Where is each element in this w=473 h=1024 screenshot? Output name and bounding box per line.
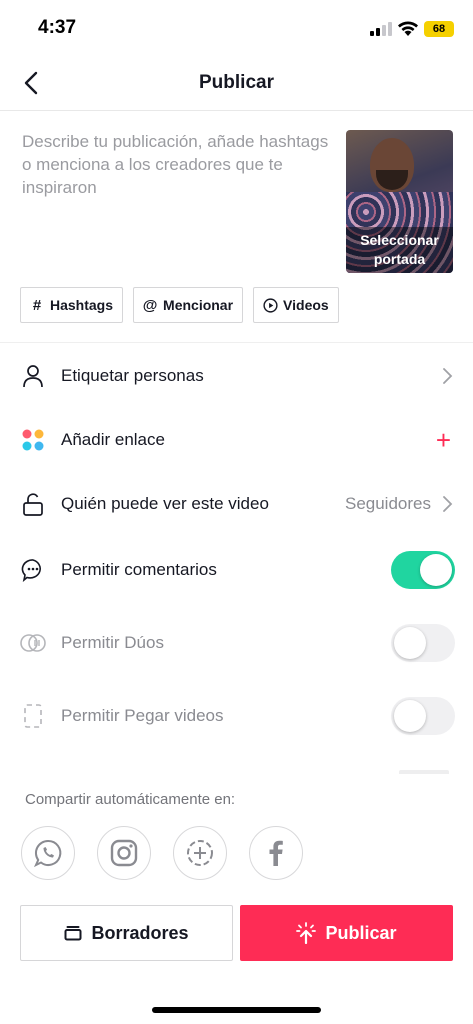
battery-indicator: 68: [424, 21, 454, 37]
upload-sparkle-icon: [296, 922, 317, 944]
section-divider: [0, 342, 473, 343]
drafts-icon: [64, 925, 82, 941]
chevron-right-icon: [443, 368, 453, 384]
comments-toggle[interactable]: [391, 551, 455, 589]
home-indicator: [152, 1007, 321, 1013]
comment-icon: [20, 557, 46, 583]
stitch-toggle[interactable]: [391, 697, 455, 735]
comments-label: Permitir comentarios: [61, 560, 217, 579]
select-cover-label: Seleccionar portada: [346, 227, 453, 273]
visibility-row[interactable]: Quién puede ver este video Seguidores: [0, 474, 473, 534]
mention-chip[interactable]: @ Mencionar: [133, 287, 244, 323]
visibility-label: Quién puede ver este video: [61, 494, 269, 513]
duets-toggle[interactable]: [391, 624, 455, 662]
at-icon: @: [142, 296, 158, 314]
facebook-icon: [269, 840, 283, 866]
tag-people-row[interactable]: Etiquetar personas: [0, 346, 473, 406]
scroll-peek-toggle: [399, 770, 449, 774]
caption-shortcuts: # Hashtags @ Mencionar Videos: [20, 287, 339, 323]
videos-chip[interactable]: Videos: [253, 287, 339, 323]
bottom-actions: Borradores Publicar: [20, 905, 453, 961]
add-link-row[interactable]: Añadir enlace +: [0, 410, 473, 470]
share-targets: [21, 826, 303, 880]
drafts-label: Borradores: [91, 922, 189, 943]
share-facebook-button[interactable]: [249, 826, 303, 880]
hash-icon: #: [32, 296, 42, 314]
duet-icon: [20, 630, 46, 656]
plus-icon[interactable]: +: [436, 427, 451, 453]
play-circle-icon: [262, 297, 278, 313]
chevron-right-icon: [443, 496, 453, 512]
stitch-label: Permitir Pegar videos: [61, 706, 224, 725]
add-link-label: Añadir enlace: [61, 430, 165, 449]
status-time: 4:37: [38, 17, 77, 38]
hashtags-chip-label: Hashtags: [50, 297, 114, 313]
share-whatsapp-button[interactable]: [21, 826, 75, 880]
share-title: Compartir automáticamente en:: [25, 791, 236, 808]
wifi-icon: [398, 21, 418, 36]
videos-chip-label: Videos: [283, 297, 329, 313]
toggle-knob: [394, 700, 426, 732]
duets-label: Permitir Dúos: [61, 633, 164, 652]
instagram-icon: [110, 839, 138, 867]
duets-row: Permitir Dúos: [0, 613, 473, 673]
caption-input[interactable]: Describe tu publicación, añade hashtags …: [22, 130, 340, 199]
visibility-value: Seguidores: [344, 494, 431, 513]
toggle-knob: [394, 627, 426, 659]
person-icon: [20, 363, 46, 389]
page-title: Publicar: [199, 72, 274, 93]
select-cover-label-line1: Seleccionar: [360, 232, 439, 248]
unlock-icon: [20, 491, 46, 517]
publish-label: Publicar: [325, 922, 397, 943]
stitch-row: Permitir Pegar videos: [0, 686, 473, 746]
apps-grid-icon: [20, 427, 46, 453]
toggle-knob: [420, 554, 452, 586]
mention-chip-label: Mencionar: [163, 297, 234, 313]
whatsapp-icon: [33, 839, 62, 868]
publish-button[interactable]: Publicar: [240, 905, 453, 961]
share-instagram-button[interactable]: [97, 826, 151, 880]
hashtags-chip[interactable]: # Hashtags: [20, 287, 124, 323]
stitch-icon: [20, 703, 46, 729]
comments-row: Permitir comentarios: [0, 540, 473, 600]
select-cover-label-line2: portada: [373, 251, 426, 267]
drafts-button[interactable]: Borradores: [20, 905, 233, 961]
status-add-icon: [187, 840, 213, 866]
select-cover-button[interactable]: Seleccionar portada: [346, 130, 453, 273]
tag-people-label: Etiquetar personas: [61, 366, 204, 385]
cellular-signal-icon: [370, 22, 392, 36]
status-bar: 4:37 68: [0, 0, 473, 56]
share-status-button[interactable]: [173, 826, 227, 880]
header: Publicar: [0, 56, 473, 111]
